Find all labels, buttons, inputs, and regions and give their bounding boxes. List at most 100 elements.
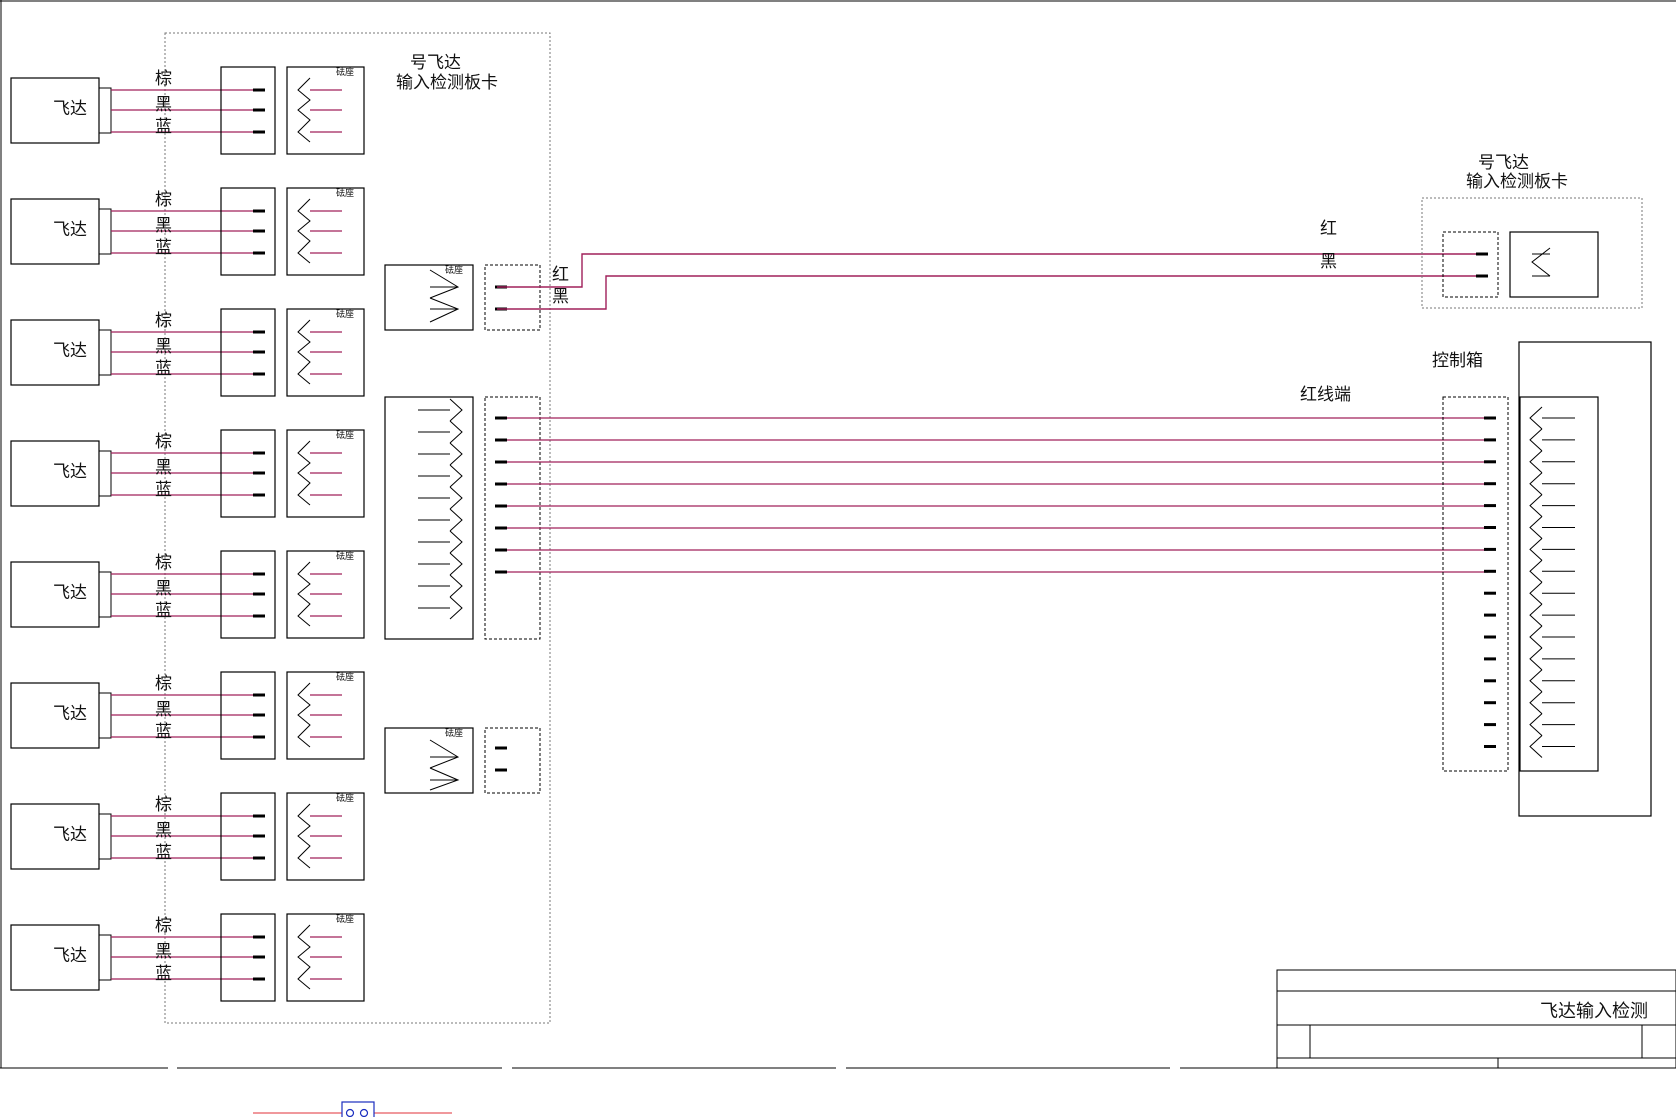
socket-prong — [1529, 713, 1543, 736]
control-box-label: 控制箱 — [1432, 351, 1483, 371]
socket-prong — [429, 297, 460, 323]
wire-color-label: 蓝 — [155, 359, 172, 379]
wire-color-label: 蓝 — [155, 722, 172, 742]
power-right-black-label: 黑 — [1320, 252, 1337, 272]
feeder-socket-label: 砝座 — [336, 913, 354, 925]
wire-color-label: 棕 — [155, 916, 172, 936]
power-right-red-label: 红 — [1320, 219, 1337, 239]
feeder-socket-label: 砝座 — [336, 550, 354, 562]
socket-prong — [1529, 559, 1543, 583]
wire-color-label: 黑 — [155, 458, 172, 478]
control-box-socket — [1519, 396, 1599, 772]
title-block: 飞达输入检测 — [1276, 969, 1676, 1069]
wiring-diagram: 号飞达 输入检测板卡 飞达棕黑蓝砝座飞达棕黑蓝砝座飞达棕黑蓝砝座飞达棕黑蓝砝座飞… — [0, 0, 1676, 1117]
socket-prong — [1529, 647, 1543, 671]
feeder-cable-clamp — [98, 450, 112, 497]
feeder-label: 飞达 — [53, 462, 87, 482]
socket-prong — [1529, 538, 1543, 561]
right-board-title-line1: 号飞达 — [1478, 153, 1529, 173]
power-wire-red — [497, 253, 1488, 288]
spare-socket-label: 砝座 — [445, 727, 463, 739]
wire-color-label: 蓝 — [155, 843, 172, 863]
wire-color-label: 棕 — [155, 311, 172, 331]
socket-prong — [449, 574, 463, 598]
feeder-socket-label: 砝座 — [336, 66, 354, 78]
left-board-title-line2: 输入检测板卡 — [396, 73, 498, 93]
socket-prong — [429, 739, 460, 769]
wire-color-label: 蓝 — [155, 964, 172, 984]
wire-color-label: 黑 — [155, 337, 172, 357]
feeder-label: 飞达 — [53, 583, 87, 603]
feeder-socket-label: 砝座 — [336, 671, 354, 683]
feeder-socket-label: 砝座 — [336, 429, 354, 441]
feeder-group: 飞达 棕黑蓝 砝座 — [10, 913, 365, 1002]
wire-color-label: 棕 — [155, 553, 172, 573]
socket-prong — [1529, 603, 1543, 627]
socket-prong — [297, 198, 311, 264]
left-board-title-line1: 号飞达 — [410, 53, 461, 73]
socket-prong — [1529, 450, 1543, 474]
feeder-group: 飞达 棕黑蓝 砝座 — [10, 187, 365, 276]
wire-color-label: 黑 — [155, 821, 172, 841]
socket-prong — [449, 398, 463, 422]
wire-color-label: 棕 — [155, 674, 172, 694]
right-board-plug — [1442, 231, 1499, 298]
power-left-black-label: 黑 — [552, 287, 569, 307]
wire-color-label: 蓝 — [155, 480, 172, 500]
socket-prong — [297, 803, 311, 869]
drawing-frame — [0, 0, 1676, 1069]
red-end-label: 红线端 — [1300, 385, 1351, 405]
control-box-plug — [1442, 396, 1509, 772]
power-plug-left — [484, 264, 541, 331]
feeder-group: 飞达 棕黑蓝 砝座 — [10, 550, 365, 639]
wire-color-label: 黑 — [155, 95, 172, 115]
socket-prong — [449, 552, 463, 576]
feeder-cable-clamp — [98, 87, 112, 134]
legend-connector — [253, 1101, 452, 1117]
wire-color-label: 黑 — [155, 700, 172, 720]
wire-color-label: 棕 — [155, 69, 172, 89]
wire-color-label: 蓝 — [155, 601, 172, 621]
socket-prong — [1529, 625, 1543, 649]
feeder-cable-clamp — [98, 329, 112, 376]
feeder-label: 飞达 — [53, 825, 87, 845]
power-left-red-label: 红 — [552, 265, 569, 285]
wire-color-label: 黑 — [155, 216, 172, 236]
socket-prong — [429, 767, 460, 791]
wire-color-label: 黑 — [155, 942, 172, 962]
title-block-title: 飞达输入检测 — [1540, 1001, 1648, 1022]
signal-plug-left — [484, 396, 541, 640]
socket-prong — [449, 464, 463, 488]
feeder-label: 飞达 — [53, 946, 87, 966]
power-socket-left: 砝座 — [384, 264, 474, 331]
feeder-cable-clamp — [98, 571, 112, 618]
right-board-title-line2: 输入检测板卡 — [1466, 172, 1568, 192]
feeder-label: 飞达 — [53, 220, 87, 240]
socket-prong — [449, 486, 463, 510]
socket-prong — [1529, 691, 1543, 715]
socket-prong — [1529, 494, 1543, 517]
socket-prong — [1529, 581, 1543, 605]
socket-prong — [297, 440, 311, 506]
feeder-socket-label: 砝座 — [336, 792, 354, 804]
socket-prong — [297, 319, 311, 385]
right-board-outline — [1421, 197, 1643, 309]
wire-color-label: 蓝 — [155, 238, 172, 258]
feeder-cable-clamp — [98, 692, 112, 739]
socket-prong — [297, 682, 311, 748]
feeder-label: 飞达 — [53, 99, 87, 119]
wire-color-label: 棕 — [155, 795, 172, 815]
left-board-outline — [164, 32, 551, 1024]
wire-color-label: 黑 — [155, 579, 172, 599]
feeder-group: 飞达 棕黑蓝 砝座 — [10, 671, 365, 760]
feeder-socket-label: 砝座 — [336, 187, 354, 199]
wire-color-label: 蓝 — [155, 117, 172, 137]
feeder-cable-clamp — [98, 208, 112, 255]
right-board-socket — [1509, 231, 1599, 298]
feeder-cable-clamp — [98, 934, 112, 981]
socket-prong — [1529, 516, 1543, 539]
socket-prong — [1531, 247, 1551, 277]
socket-prong — [1529, 472, 1543, 496]
socket-prong — [449, 508, 463, 532]
wire-color-label: 棕 — [155, 432, 172, 452]
